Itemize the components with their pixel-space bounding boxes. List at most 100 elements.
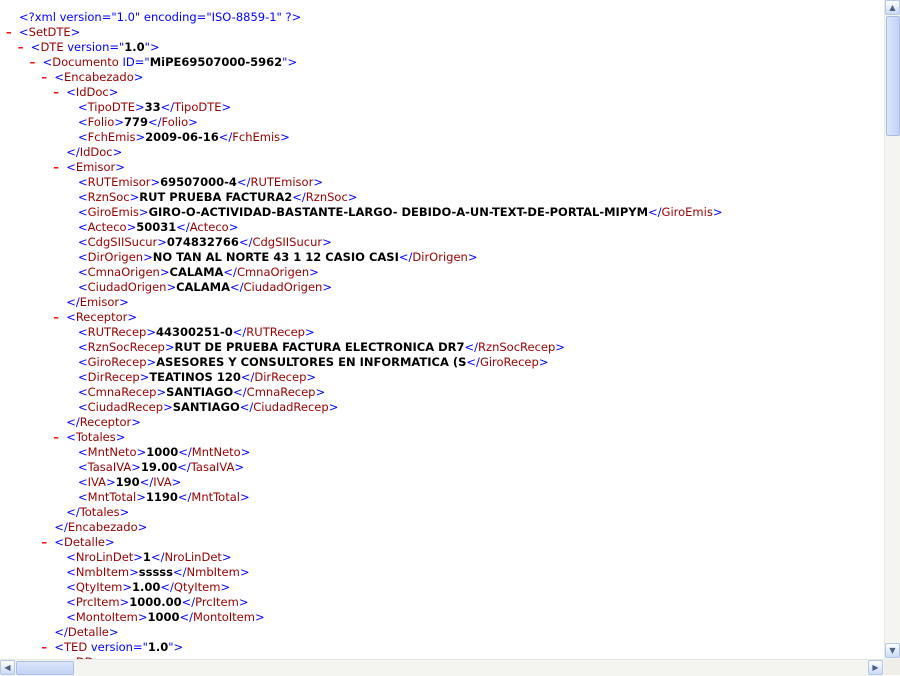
tag-name: TipoDTE bbox=[174, 100, 222, 114]
tag-name: NroLinDet bbox=[164, 550, 222, 564]
tag-name: NroLinDet bbox=[75, 550, 134, 564]
node-value: 1000.00 bbox=[129, 595, 182, 609]
xml-line-content: <PrcItem>1000.00</PrcItem> bbox=[66, 595, 248, 610]
xml-line: <GiroRecep>ASESORES Y CONSULTORES EN INF… bbox=[0, 355, 884, 370]
tag-name: CiudadRecep bbox=[87, 400, 164, 414]
node-value: sssss bbox=[138, 565, 173, 579]
tag-name: Folio bbox=[87, 115, 115, 129]
xml-line-content: <MontoItem>1000</MontoItem> bbox=[66, 610, 264, 625]
markup-symbol: > bbox=[538, 355, 549, 369]
tag-name: PrcItem bbox=[195, 595, 239, 609]
xml-line-content: <CmnaOrigen>CALAMA</CmnaOrigen> bbox=[78, 265, 319, 280]
xml-line: <DirOrigen>NO TAN AL NORTE 43 1 12 CASIO… bbox=[0, 250, 884, 265]
tag-name: MontoItem bbox=[192, 610, 255, 624]
tag-name: MntNeto bbox=[87, 445, 137, 459]
xml-line: <TipoDTE>33</TipoDTE> bbox=[0, 100, 884, 115]
markup-symbol: > bbox=[238, 595, 249, 609]
vertical-scroll-thumb[interactable] bbox=[886, 16, 900, 136]
tag-name: DirRecep bbox=[254, 370, 307, 384]
markup-symbol: < bbox=[78, 100, 88, 114]
markup-symbol: > bbox=[347, 190, 358, 204]
tag-name: Encabezado bbox=[67, 520, 138, 534]
markup-symbol: > bbox=[119, 295, 129, 309]
xml-line: <DirRecep>TEATINOS 120</DirRecep> bbox=[0, 370, 884, 385]
xml-line-content: <NmbItem>sssss</NmbItem> bbox=[66, 565, 249, 580]
node-value: 1190 bbox=[145, 490, 178, 504]
markup-symbol: > bbox=[115, 430, 126, 444]
tag-name: PrcItem bbox=[75, 595, 120, 609]
collapse-toggle-icon[interactable]: – bbox=[6, 25, 12, 40]
node-value: RUT DE PRUEBA FACTURA ELECTRONICA DR7 bbox=[174, 340, 465, 354]
collapse-toggle-icon[interactable]: – bbox=[41, 70, 47, 85]
markup-symbol: > bbox=[146, 355, 157, 369]
vertical-scrollbar[interactable]: ▲ ▼ bbox=[884, 0, 900, 659]
scroll-right-button[interactable]: ▶ bbox=[868, 660, 883, 675]
collapse-toggle-icon[interactable]: – bbox=[53, 310, 59, 325]
xml-line-content: <GiroEmis>GIRO-O-ACTIVIDAD-BASTANTE-LARG… bbox=[78, 205, 722, 220]
markup-symbol: </ bbox=[223, 265, 237, 279]
markup-symbol: > bbox=[112, 145, 123, 159]
collapse-toggle-icon[interactable]: – bbox=[53, 85, 59, 100]
xml-line-content: <SetDTE> bbox=[19, 25, 80, 40]
xml-line: <Acteco>50031</Acteco> bbox=[0, 220, 884, 235]
tag-name: MntTotal bbox=[87, 490, 137, 504]
tag-name: CiudadOrigen bbox=[87, 280, 167, 294]
tag-name: TasaIVA bbox=[87, 460, 132, 474]
collapse-toggle-icon[interactable]: – bbox=[30, 55, 36, 70]
tag-name: Folio bbox=[161, 115, 189, 129]
scroll-up-button[interactable]: ▲ bbox=[885, 0, 900, 15]
tag-name: Receptor bbox=[79, 415, 132, 429]
xml-line: <?xml version="1.0" encoding="ISO-8859-1… bbox=[0, 10, 884, 25]
markup-symbol: > bbox=[240, 445, 251, 459]
markup-symbol: > bbox=[313, 175, 323, 189]
xml-line-content: </Totales> bbox=[66, 505, 129, 520]
markup-symbol: </ bbox=[292, 190, 306, 204]
markup-symbol: > bbox=[171, 475, 182, 489]
xml-line: <IVA>190</IVA> bbox=[0, 475, 884, 490]
xml-declaration: <?xml version="1.0" encoding="ISO-8859-1… bbox=[19, 10, 302, 24]
markup-symbol: > bbox=[139, 370, 150, 384]
collapse-toggle-icon[interactable]: – bbox=[41, 640, 47, 655]
xml-line-content: <CiudadOrigen>CALAMA</CiudadOrigen> bbox=[78, 280, 332, 295]
tag-name: RUTEmisor bbox=[250, 175, 314, 189]
xml-line-content: <Receptor> bbox=[66, 310, 137, 325]
xml-line: <CiudadRecep>SANTIAGO</CiudadRecep> bbox=[0, 400, 884, 415]
xml-line-content: </Detalle> bbox=[54, 625, 118, 640]
node-value: 1.00 bbox=[132, 580, 161, 594]
markup-symbol: > bbox=[122, 580, 133, 594]
node-value: 69507000-4 bbox=[160, 175, 237, 189]
markup-symbol: ID=" bbox=[118, 55, 150, 69]
scroll-down-button[interactable]: ▼ bbox=[885, 643, 900, 658]
xml-line: <CmnaOrigen>CALAMA</CmnaOrigen> bbox=[0, 265, 884, 280]
scroll-left-button[interactable]: ◀ bbox=[0, 660, 15, 675]
tag-name: GiroRecep bbox=[87, 355, 147, 369]
markup-symbol: > bbox=[136, 445, 147, 459]
collapse-toggle-icon[interactable]: – bbox=[53, 160, 59, 175]
markup-symbol: > bbox=[159, 265, 170, 279]
horizontal-scrollbar[interactable]: ◀ ▶ bbox=[0, 659, 884, 676]
xml-line: – <Detalle> bbox=[0, 535, 884, 550]
horizontal-scroll-thumb[interactable] bbox=[16, 661, 74, 675]
xml-line-content: <RUTRecep>44300251-0</RUTRecep> bbox=[78, 325, 315, 340]
markup-symbol: </ bbox=[238, 235, 253, 249]
markup-symbol: < bbox=[54, 640, 65, 654]
collapse-toggle-icon[interactable]: – bbox=[53, 430, 59, 445]
tag-name: SetDTE bbox=[28, 25, 71, 39]
tag-name: DirRecep bbox=[87, 370, 140, 384]
tag-name: RznSocRecep bbox=[478, 340, 556, 354]
xml-line-content: </IdDoc> bbox=[66, 145, 122, 160]
tag-name: MntNeto bbox=[191, 445, 241, 459]
node-value: MiPE69507000-5962 bbox=[149, 55, 283, 69]
markup-symbol: < bbox=[66, 550, 76, 564]
collapse-toggle-icon[interactable]: – bbox=[18, 40, 24, 55]
markup-symbol: > bbox=[712, 205, 723, 219]
markup-symbol: < bbox=[78, 490, 88, 504]
xml-line-content: <TED version="1.0"> bbox=[54, 640, 183, 655]
markup-symbol: < bbox=[78, 370, 88, 384]
markup-symbol: "> bbox=[168, 640, 184, 654]
xml-line: – <Encabezado> bbox=[0, 70, 884, 85]
collapse-toggle-icon[interactable]: – bbox=[41, 535, 47, 550]
node-value: ASESORES Y CONSULTORES EN INFORMATICA (S bbox=[156, 355, 467, 369]
xml-document-view: <?xml version="1.0" encoding="ISO-8859-1… bbox=[0, 0, 884, 659]
xml-line: <PrcItem>1000.00</PrcItem> bbox=[0, 595, 884, 610]
